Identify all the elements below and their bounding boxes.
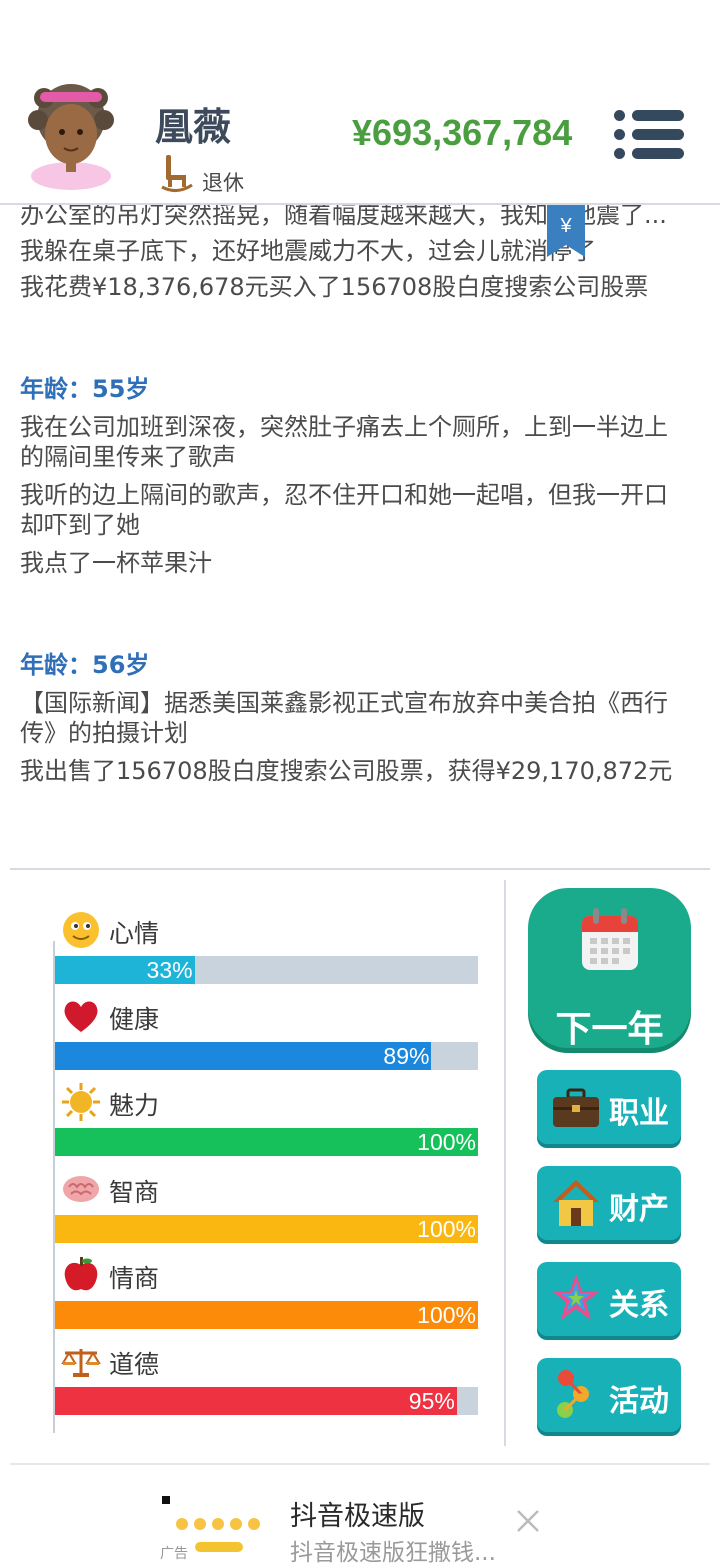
calendar-icon [582,908,638,970]
stat-percent: 100% [417,1129,476,1155]
career-button[interactable]: 职业 [537,1070,681,1144]
stat-percent: 100% [417,1216,476,1242]
stat-percent: 100% [417,1302,476,1328]
stat-track: 100% [55,1301,478,1329]
log-line: 【国际新闻】据悉美国莱鑫影视正式宣布放弃中美合拍《西行传》的拍摄计划 [20,689,668,747]
ad-tag: 广告 [160,1546,188,1562]
header: 凰薇 退休 ¥693,367,784 [0,0,720,205]
log-entry: 年龄：56岁 【国际新闻】据悉美国莱鑫影视正式宣布放弃中美合拍《西行传》的拍摄计… [20,650,688,786]
life-log[interactable]: 办公室的吊灯突然摇晃，随着幅度越来越大，我知道地震了... 我躲在桌子底下，还好… [0,190,720,867]
stat-label: 健康 [109,1005,160,1034]
house-icon [553,1180,599,1226]
stat-label: 智商 [109,1178,160,1207]
stat-label: 道德 [109,1350,160,1379]
star-icon [552,1274,600,1320]
log-line: 我点了一杯苹果汁 [20,549,212,577]
log-entry: 年龄：55岁 我在公司加班到深夜，突然肚子痛去上个厕所，上到一半边上的隔间里传来… [20,374,688,578]
stat-fill: 100% [55,1215,478,1243]
log-divider [10,868,710,870]
menu-dot [614,148,625,159]
log-content: 办公室的吊灯突然摇晃，随着幅度越来越大，我知道地震了... 我躲在桌子底下，还好… [20,200,688,786]
stat-percent: 33% [146,957,193,983]
assets-label: 财产 [609,1192,669,1227]
log-entry: 办公室的吊灯突然摇晃，随着幅度越来越大，我知道地震了... 我躲在桌子底下，还好… [20,200,688,302]
stat-track: 89% [55,1042,478,1070]
age-heading: 年龄：56岁 [20,651,150,679]
life-status: 退休 [202,171,244,195]
stat-fill: 100% [55,1128,478,1156]
activities-button[interactable]: 活动 [537,1358,681,1432]
apple-icon [64,1257,98,1291]
stat-percent: 89% [383,1043,430,1069]
activity-dots-icon [557,1370,589,1418]
activities-label: 活动 [609,1384,669,1419]
relations-label: 关系 [609,1288,669,1323]
stat-track: 95% [55,1387,478,1415]
stat-track: 100% [55,1128,478,1156]
close-icon[interactable] [515,1508,541,1534]
stats-divider [504,880,506,1446]
bookmark-symbol: ¥ [559,215,572,237]
stat-label: 魅力 [109,1091,160,1120]
stat-fill: 95% [55,1387,457,1415]
next-year-button[interactable]: 下一年 [528,888,691,1050]
brain-icon [63,1176,99,1202]
money-balance: ¥693,367,784 [352,112,573,153]
stat-label: 情商 [109,1264,160,1293]
stat-label: 心情 [109,919,160,948]
log-line: 我在公司加班到深夜，突然肚子痛去上个厕所，上到一半边上的隔间里传来了歌声 [20,413,668,471]
relations-button[interactable]: 关系 [537,1262,681,1336]
menu-icon[interactable] [612,108,684,162]
log-line: 我出售了156708股白度搜索公司股票，获得¥29,170,872元 [20,757,673,785]
menu-dot [614,110,625,121]
sun-icon [62,1083,100,1121]
player-name: 凰薇 [155,105,232,149]
header-divider [0,203,720,205]
ad-subtitle[interactable]: 抖音极速版狂撒钱... [290,1533,496,1567]
smiley-icon [63,912,99,948]
rocking-chair-icon [161,155,193,192]
assets-button[interactable]: 财产 [537,1166,681,1240]
stat-percent: 95% [408,1388,455,1414]
heart-icon [64,1001,98,1032]
log-line: 我躲在桌子底下，还好地震威力不大，过会儿就消停了 [20,237,596,265]
career-label: 职业 [609,1096,669,1131]
stat-fill: 33% [55,956,195,984]
stat-track: 100% [55,1215,478,1243]
stat-fill: 100% [55,1301,478,1329]
stat-fill: 89% [55,1042,432,1070]
menu-dot [614,129,625,140]
stat-track: 33% [55,956,478,984]
ad-title[interactable]: 抖音极速版 [290,1494,425,1533]
menu-bar [632,110,684,121]
log-line: 我花费¥18,376,678元买入了156708股白度搜索公司股票 [20,273,649,301]
age-heading: 年龄：55岁 [20,375,150,403]
briefcase-icon [553,1088,599,1127]
next-year-label: 下一年 [555,1009,664,1050]
stats-axis [53,941,55,1433]
bookmark-icon[interactable]: ¥ [547,205,585,257]
log-line: 我听的边上隔间的歌声，忍不住开口和她一起唱，但我一开口却吓到了她 [20,481,668,539]
scale-icon [61,1349,101,1377]
avatar[interactable] [26,80,116,190]
menu-bar [632,148,684,159]
menu-bar [632,129,684,140]
ad-divider [10,1463,710,1465]
